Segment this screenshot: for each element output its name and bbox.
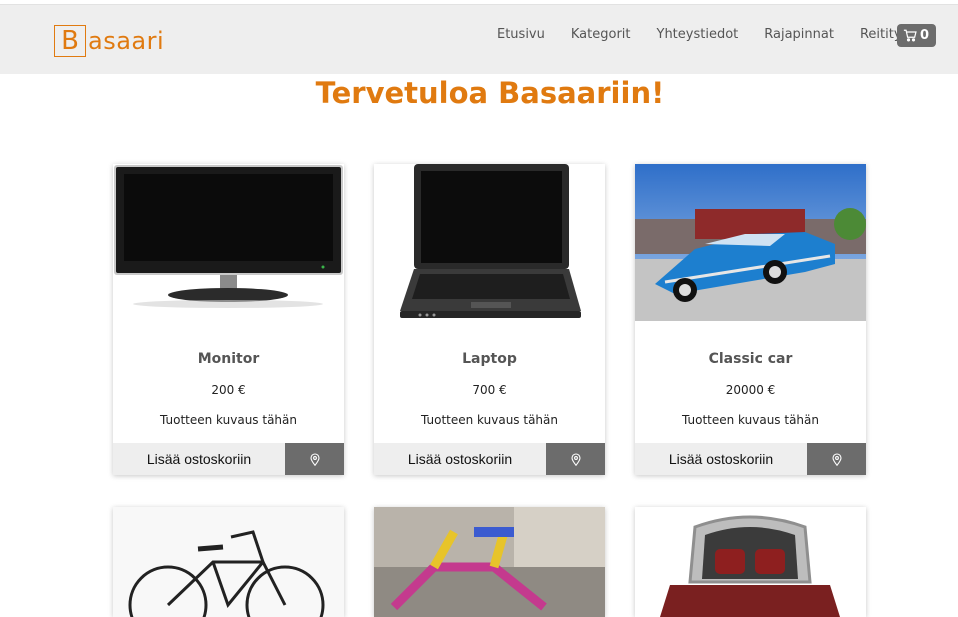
location-button[interactable]	[285, 443, 344, 475]
product-description: Tuotteen kuvaus tähän	[682, 413, 819, 427]
product-image-classic-car[interactable]	[635, 164, 866, 321]
product-name: Classic car	[708, 351, 793, 367]
map-pin-icon	[831, 452, 842, 466]
cart-count: 0	[919, 28, 929, 43]
product-image-monitor[interactable]	[113, 164, 344, 321]
main-nav: Etusivu Kategorit Yhteystiedot Rajapinna…	[497, 27, 934, 42]
product-card	[113, 507, 344, 617]
product-price: 700 €	[472, 383, 507, 397]
add-to-cart-button[interactable]: Lisää ostoskoriin	[374, 443, 546, 475]
product-card: Laptop 700 € Tuotteen kuvaus tähän Lisää…	[374, 164, 605, 475]
add-to-cart-button[interactable]: Lisää ostoskoriin	[113, 443, 285, 475]
product-image-laptop[interactable]	[374, 164, 605, 321]
brand-logo-text: asaari	[88, 27, 165, 55]
nav-link-rajapinnat[interactable]: Rajapinnat	[764, 27, 834, 42]
product-price: 200 €	[211, 383, 246, 397]
map-pin-icon	[570, 452, 581, 466]
map-pin-icon	[309, 452, 320, 466]
product-description: Tuotteen kuvaus tähän	[421, 413, 558, 427]
product-image-knitted-bicycle[interactable]	[374, 507, 605, 617]
product-card: Classic car 20000 € Tuotteen kuvaus tähä…	[635, 164, 866, 475]
product-card: Monitor 200 € Tuotteen kuvaus tähän Lisä…	[113, 164, 344, 475]
product-image-ornate-bed[interactable]	[635, 507, 866, 617]
location-button[interactable]	[807, 443, 866, 475]
page-title: Tervetuloa Basaariin!	[315, 76, 665, 110]
product-name: Monitor	[197, 351, 260, 367]
nav-link-yhteystiedot[interactable]: Yhteystiedot	[657, 27, 739, 42]
product-card	[374, 507, 605, 617]
shopping-cart-icon	[903, 29, 917, 42]
product-name: Laptop	[462, 351, 517, 367]
brand-logo[interactable]: B asaari	[54, 25, 164, 57]
product-description: Tuotteen kuvaus tähän	[160, 413, 297, 427]
product-image-bicycle[interactable]	[113, 507, 344, 617]
location-button[interactable]	[546, 443, 605, 475]
nav-link-etusivu[interactable]: Etusivu	[497, 27, 545, 42]
product-card	[635, 507, 866, 617]
nav-link-kategorit[interactable]: Kategorit	[571, 27, 631, 42]
brand-logo-letter: B	[54, 25, 86, 57]
navbar: B asaari Etusivu Kategorit Yhteystiedot …	[0, 5, 958, 74]
cart-button[interactable]: 0	[897, 24, 936, 47]
product-price: 20000 €	[725, 383, 776, 397]
add-to-cart-button[interactable]: Lisää ostoskoriin	[635, 443, 807, 475]
